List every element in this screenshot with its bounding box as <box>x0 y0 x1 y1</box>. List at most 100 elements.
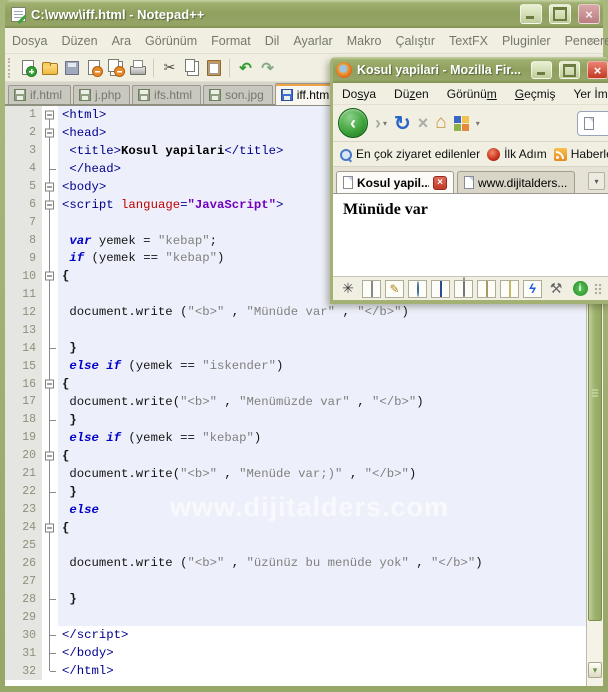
fold-collapse-icon[interactable] <box>45 200 54 210</box>
redo-icon[interactable]: ↷ <box>258 58 277 77</box>
firefox-titlebar[interactable]: Kosul yapilari - Mozilla Fir... × <box>333 57 608 83</box>
fold-collapse-icon[interactable] <box>45 379 54 389</box>
statusbar-globe-icon[interactable] <box>408 279 427 298</box>
fold-collapse-icon[interactable] <box>45 110 54 120</box>
toolbar-grip[interactable] <box>8 57 12 78</box>
code-text[interactable] <box>58 536 586 555</box>
back-button[interactable]: ‹ <box>338 108 368 138</box>
open-folder-icon[interactable] <box>40 58 59 77</box>
location-bar[interactable] <box>577 110 608 136</box>
code-text[interactable]: document.write ("<b>" , "Münüde var" , "… <box>58 303 586 322</box>
close-all-icon[interactable] <box>106 58 125 77</box>
menu-item-d-zen[interactable]: Düzen <box>54 34 104 48</box>
menu-item-dil[interactable]: Dil <box>258 34 287 48</box>
cut-icon[interactable]: ✂ <box>160 58 179 77</box>
scrollbar-down-button[interactable]: ▾ <box>588 662 602 678</box>
bookmark-i-lk-ad-m[interactable]: İlk Adım <box>487 147 547 161</box>
tab-kosul-yapilari[interactable]: Kosul yapil... × <box>336 171 454 193</box>
print-icon[interactable] <box>128 58 147 77</box>
code-text[interactable] <box>58 572 586 591</box>
menu-item-g-r-n-m[interactable]: Görünüm <box>138 34 204 48</box>
tab-dijitalders[interactable]: www.dijitalders.... <box>457 171 575 193</box>
new-file-icon[interactable] <box>18 58 37 77</box>
fold-collapse-icon[interactable] <box>45 523 54 533</box>
fold-collapse-icon[interactable] <box>45 128 54 138</box>
quick-access-grid-icon[interactable] <box>453 115 469 131</box>
code-text[interactable]: else if (yemek == "iskender") <box>58 357 586 376</box>
code-text[interactable]: </script> <box>58 626 586 645</box>
menu-item-ge-mi[interactable]: Geçmiş <box>506 87 565 101</box>
menu-item-dosya[interactable]: Dosya <box>5 34 54 48</box>
statusbar-print-icon[interactable] <box>454 279 473 298</box>
firefox-minimize-button[interactable] <box>531 61 552 79</box>
statusbar-save-icon[interactable] <box>431 279 450 298</box>
code-text[interactable] <box>58 608 586 627</box>
statusbar-bug-icon[interactable]: ✳ <box>338 280 358 298</box>
code-text[interactable]: } <box>58 590 586 609</box>
statusbar-edit-pencil-icon[interactable]: ✎ <box>385 279 404 298</box>
menu-item-format[interactable]: Format <box>204 34 258 48</box>
editor-tab-if-html[interactable]: if.html <box>8 85 72 104</box>
menu-item-textfx[interactable]: TextFX <box>442 34 495 48</box>
statusbar-info-icon[interactable]: i <box>570 280 590 298</box>
fold-collapse-icon[interactable] <box>45 451 54 461</box>
paste-icon[interactable] <box>204 58 223 77</box>
code-text[interactable]: else if (yemek == "kebap") <box>58 428 586 447</box>
editor-tab-ifs-html[interactable]: ifs.html <box>132 85 202 104</box>
menu-item-pluginler[interactable]: Pluginler <box>495 34 558 48</box>
code-text[interactable]: </html> <box>58 662 586 680</box>
menu-item-makro[interactable]: Makro <box>340 34 389 48</box>
forward-button[interactable]: › ▾ <box>375 113 387 134</box>
grid-dropdown-icon[interactable]: ▾ <box>476 119 480 128</box>
menu-item-dosya[interactable]: Dosya <box>333 87 385 101</box>
code-text[interactable]: document.write ("<b>" , "üzünüz bu menüd… <box>58 554 586 573</box>
menu-item-ara[interactable]: Ara <box>105 34 138 48</box>
menu-item-g-r-n-m[interactable]: Görünüm <box>438 87 506 101</box>
menu-item-d-zen[interactable]: Düzen <box>385 87 438 101</box>
statusbar-new-document-icon[interactable] <box>362 279 381 298</box>
history-dropdown-icon[interactable]: ▾ <box>383 119 387 128</box>
code-text[interactable]: </body> <box>58 644 586 663</box>
bookmark-haberler[interactable]: Haberler <box>553 147 608 161</box>
editor-tab-j-php[interactable]: j.php <box>73 85 131 104</box>
fold-collapse-icon[interactable] <box>45 271 54 281</box>
close-button[interactable]: × <box>578 4 600 24</box>
code-text[interactable]: { <box>58 446 586 465</box>
menu-item-yer-i-mleri[interactable]: Yer İmleri <box>564 87 608 101</box>
menubar-close-icon[interactable]: × <box>587 33 595 48</box>
stop-button[interactable]: × <box>418 113 429 134</box>
firefox-close-button[interactable]: × <box>587 61 608 79</box>
statusbar-clipboard-icon[interactable] <box>477 279 496 298</box>
firefox-maximize-button[interactable] <box>559 61 580 79</box>
code-text[interactable]: document.write("<b>" , "Menümüzde var" ,… <box>58 393 586 411</box>
code-text[interactable]: { <box>58 375 586 393</box>
code-text[interactable]: else <box>58 500 586 519</box>
menu-item-ayarlar[interactable]: Ayarlar <box>286 34 339 48</box>
home-button[interactable]: ⌂ <box>435 112 446 134</box>
save-icon[interactable] <box>62 58 81 77</box>
menu-item-pencere[interactable]: Pencere <box>558 34 608 48</box>
fold-collapse-icon[interactable] <box>45 182 54 192</box>
statusbar-note-icon[interactable] <box>500 279 519 298</box>
maximize-button[interactable] <box>549 4 571 24</box>
menu-item-al-t-r[interactable]: Çalıştır <box>388 34 442 48</box>
code-text[interactable]: } <box>58 339 586 358</box>
code-text[interactable]: { <box>58 518 586 537</box>
statusbar-tools-icon[interactable]: ⚒ <box>546 280 566 298</box>
code-text[interactable] <box>58 321 586 340</box>
notepadpp-titlebar[interactable]: C:\www\iff.html - Notepad++ × <box>5 0 603 28</box>
code-text[interactable]: } <box>58 410 586 429</box>
undo-icon[interactable]: ↶ <box>236 58 255 77</box>
code-text[interactable]: document.write("<b>" , "Menüde var;)" , … <box>58 464 586 483</box>
minimize-button[interactable] <box>520 4 542 24</box>
resize-grip-icon[interactable] <box>594 282 603 295</box>
editor-tab-son-jpg[interactable]: son.jpg <box>203 85 273 104</box>
bookmark-en-ok-ziyaret-edilenler[interactable]: En çok ziyaret edilenler <box>339 147 480 161</box>
code-text[interactable]: } <box>58 482 586 501</box>
copy-icon[interactable] <box>182 58 201 77</box>
tab-list-button[interactable]: ▾ <box>588 172 605 190</box>
tab-close-button[interactable]: × <box>433 175 447 190</box>
close-file-icon[interactable] <box>84 58 103 77</box>
reload-button[interactable]: ↻ <box>394 111 411 136</box>
statusbar-lightning-icon[interactable]: ϟ <box>523 279 542 298</box>
